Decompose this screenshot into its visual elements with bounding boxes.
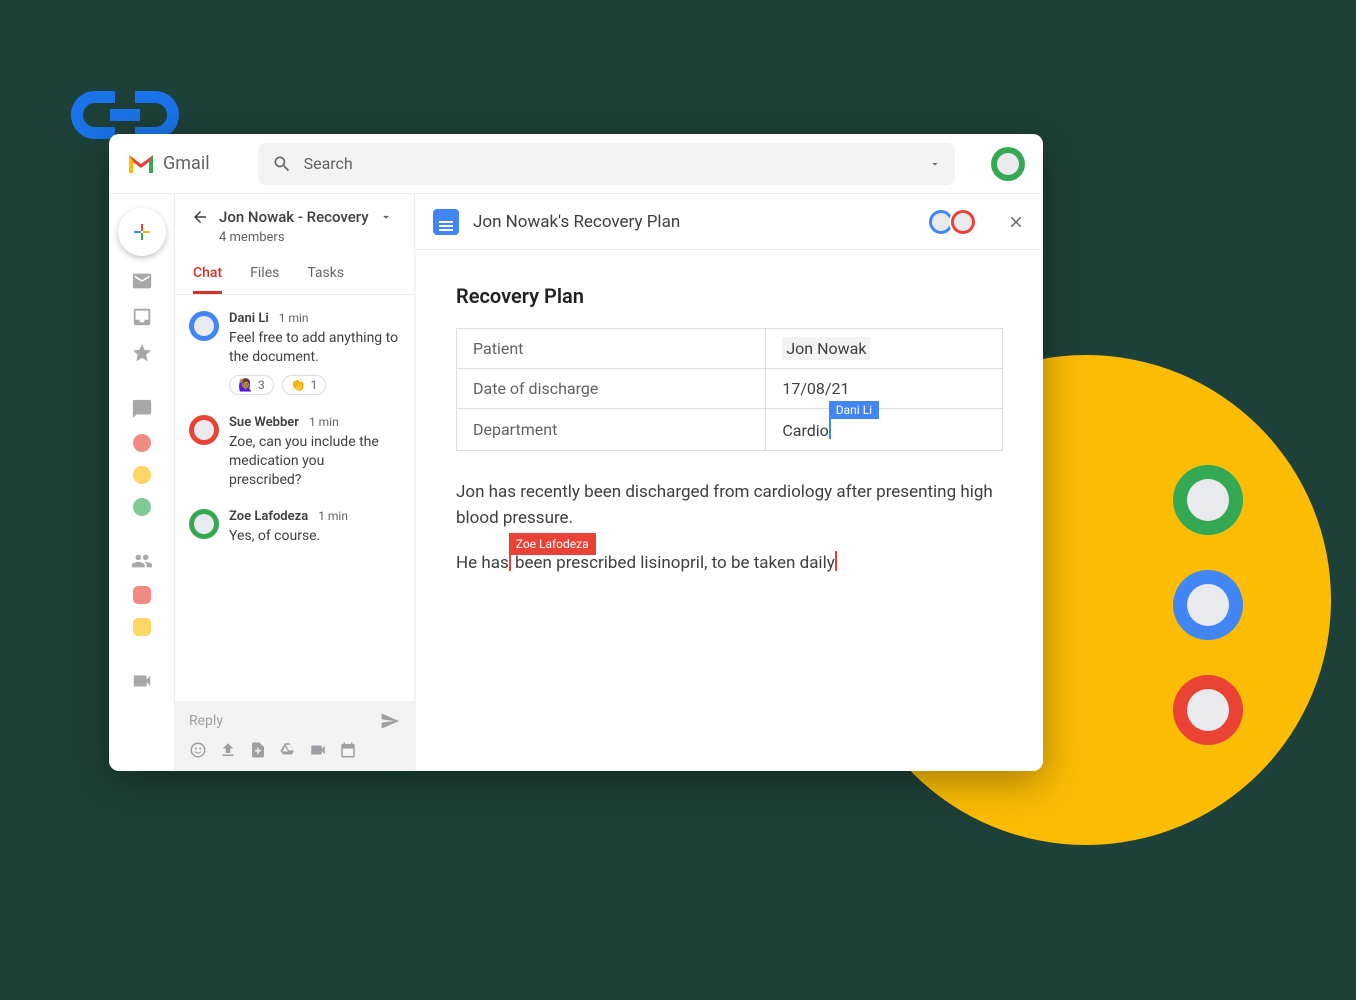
message-text: Feel free to add anything to the documen… [229,329,400,367]
gmail-m-icon [127,153,155,175]
message-author: Zoe Lafodeza [229,509,308,524]
decor-avatar [1173,465,1243,535]
mail-icon[interactable] [131,270,153,292]
chat-tabs: Chat Files Tasks [175,251,414,295]
close-icon[interactable] [1007,213,1025,231]
chat-message: Zoe Lafodeza 1 min Yes, of course. [189,509,400,546]
table-label: Date of discharge [457,369,766,409]
table-label: Patient [457,329,766,369]
text-cursor [835,551,837,571]
reply-input[interactable]: Reply [189,713,380,729]
reaction-emoji: 👏 [291,378,306,392]
reaction-pill[interactable]: 🙋🏽‍♀️ 3 [229,375,274,395]
info-table: Patient Jon Nowak Date of discharge 17/0… [456,328,1003,451]
reaction-count: 1 [311,378,318,392]
topbar: Gmail Search [109,134,1043,194]
reaction-emoji: 🙋🏽‍♀️ [238,378,253,392]
message-list: Dani Li 1 min Feel free to add anything … [175,295,414,701]
reaction-pill[interactable]: 👏 1 [282,375,327,395]
plus-icon [130,220,154,244]
message-time: 1 min [279,311,309,325]
drive-icon[interactable] [279,741,297,759]
message-text: Zoe, can you include the medication you … [229,433,400,490]
rail-space-yellow[interactable] [133,618,151,636]
chat-message: Dani Li 1 min Feel free to add anything … [189,311,400,395]
calendar-icon[interactable] [339,741,357,759]
collaborator-avatar[interactable] [949,208,977,236]
message-author: Dani Li [229,311,269,326]
rail-status-green[interactable] [133,498,151,516]
decor-avatar [1173,675,1243,745]
avatar [189,415,219,445]
tab-chat[interactable]: Chat [193,265,222,294]
reaction-count: 3 [258,378,265,392]
member-count: 4 members [219,230,398,245]
upload-icon[interactable] [219,741,237,759]
document-header: Jon Nowak's Recovery Plan [415,194,1043,250]
message-time: 1 min [318,509,348,523]
caret-down-icon[interactable] [379,210,393,224]
video-icon[interactable] [309,741,327,759]
space-title[interactable]: Jon Nowak - Recovery [219,208,369,226]
decor-avatar [1173,570,1243,640]
chat-icon[interactable] [131,398,153,420]
table-value: CardioDani Li [766,409,1003,451]
search-icon [272,154,292,174]
avatar [189,509,219,539]
compose-button[interactable] [118,208,166,256]
emoji-icon[interactable] [189,741,207,759]
message-text: Yes, of course. [229,527,400,546]
inbox-icon[interactable] [131,306,153,328]
search-bar[interactable]: Search [258,143,955,185]
document-panel: Jon Nowak's Recovery Plan Recovery Plan … [415,194,1043,771]
message-time: 1 min [309,415,339,429]
document-body[interactable]: Recovery Plan Patient Jon Nowak Date of … [415,250,1043,771]
table-value: Jon Nowak [766,329,1003,369]
collaborator-avatars [933,208,977,236]
send-icon[interactable] [380,711,400,731]
back-arrow-icon[interactable] [191,208,209,226]
rail-status-red[interactable] [133,434,151,452]
google-docs-icon [433,209,459,235]
collaborator-cursor: Dani Li [829,419,831,439]
table-row: Department CardioDani Li [457,409,1003,451]
paragraph: Jon has recently been discharged from ca… [456,479,1003,532]
nav-rail: + [109,194,175,771]
paragraph: He hasZoe Lafodeza been prescribed lisin… [456,550,1003,576]
chat-message: Sue Webber 1 min Zoe, can you include th… [189,415,400,490]
rail-status-yellow[interactable] [133,466,151,484]
collaborator-cursor: Zoe Lafodeza [509,551,511,571]
gmail-logo[interactable]: Gmail [127,153,210,175]
search-placeholder: Search [304,154,917,173]
spaces-icon[interactable] [131,550,153,572]
star-icon[interactable] [131,342,153,364]
message-composer: Reply [175,701,414,771]
svg-text:+: + [140,677,145,687]
docs-new-icon[interactable] [249,741,267,759]
table-row: Patient Jon Nowak [457,329,1003,369]
chat-header: Jon Nowak - Recovery 4 members [175,194,414,251]
avatar [189,311,219,341]
rail-space-red[interactable] [133,586,151,604]
gmail-window: Gmail Search [109,134,1043,771]
chat-panel: Jon Nowak - Recovery 4 members Chat File… [175,194,415,771]
document-title: Jon Nowak's Recovery Plan [473,212,919,232]
tab-tasks[interactable]: Tasks [307,265,344,294]
app-label: Gmail [163,153,210,174]
table-label: Department [457,409,766,451]
profile-avatar[interactable] [991,147,1025,181]
table-row: Date of discharge 17/08/21 [457,369,1003,409]
meet-icon[interactable]: + [131,670,153,692]
document-heading: Recovery Plan [456,284,1003,308]
message-author: Sue Webber [229,415,299,430]
table-value: 17/08/21 [766,369,1003,409]
caret-down-icon[interactable] [929,158,941,170]
tab-files[interactable]: Files [250,265,279,294]
